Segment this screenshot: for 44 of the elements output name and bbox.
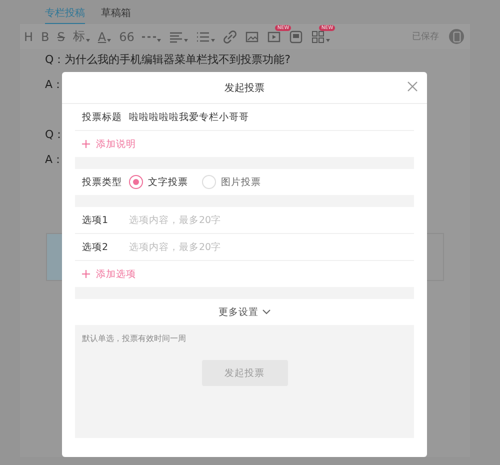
chevron-down-icon <box>262 309 270 315</box>
dialog-title: 发起投票 <box>224 82 264 94</box>
card-icon <box>289 30 304 44</box>
editor-text: Q： <box>45 128 65 142</box>
plus-icon <box>82 140 90 148</box>
editor-text: A： <box>45 153 64 167</box>
align-icon <box>169 30 184 44</box>
field-label: 投票类型 <box>82 176 123 188</box>
caret-icon <box>157 38 162 42</box>
editor-text: A： <box>45 78 64 92</box>
caret-icon <box>184 38 188 42</box>
format-button[interactable]: H <box>24 26 34 46</box>
caret-icon <box>211 38 216 42</box>
link-icon <box>223 30 238 44</box>
more-settings-toggle[interactable]: 更多设置 <box>218 306 270 318</box>
add-option-link[interactable]: 添加选项 <box>96 268 136 280</box>
close-icon[interactable] <box>407 81 418 92</box>
format-button[interactable]: 66 <box>119 26 134 46</box>
radio-option[interactable]: 图片投票 <box>202 175 261 189</box>
editor-tab[interactable]: 草稿箱 <box>101 7 131 24</box>
option-label: 选项2 <box>82 240 110 254</box>
settings-note: 默认单选，投票有效时间一周 <box>82 333 186 344</box>
phone-preview-button[interactable] <box>449 29 464 44</box>
field-label: 投票标题 <box>82 110 123 124</box>
option-input[interactable]: 选项内容，最多20字 <box>129 214 329 226</box>
add-description-link[interactable]: 添加说明 <box>96 138 136 150</box>
radio-option[interactable]: 文字投票 <box>129 175 188 189</box>
plus-icon <box>82 270 90 278</box>
image-icon <box>245 30 260 44</box>
option-label: 选项1 <box>82 214 110 226</box>
dashed-line-icon <box>142 36 156 38</box>
play-icon <box>267 30 282 44</box>
grid-icon <box>311 30 326 44</box>
format-button[interactable]: 标 <box>72 26 90 46</box>
list-icon <box>196 30 210 44</box>
caret-icon <box>107 38 112 42</box>
title-input[interactable]: 啦啦啦啦啦我爱专栏小哥哥 <box>129 112 329 122</box>
caret-icon <box>86 38 90 42</box>
caret-icon <box>326 38 330 42</box>
format-button[interactable]: S <box>57 26 65 46</box>
option-input[interactable]: 选项内容，最多20字 <box>129 242 329 252</box>
format-button[interactable]: A <box>98 26 112 46</box>
editor-text: Q：为什么我的手机编辑器菜单栏找不到投票功能? <box>45 53 290 67</box>
format-button[interactable]: B <box>41 26 50 46</box>
